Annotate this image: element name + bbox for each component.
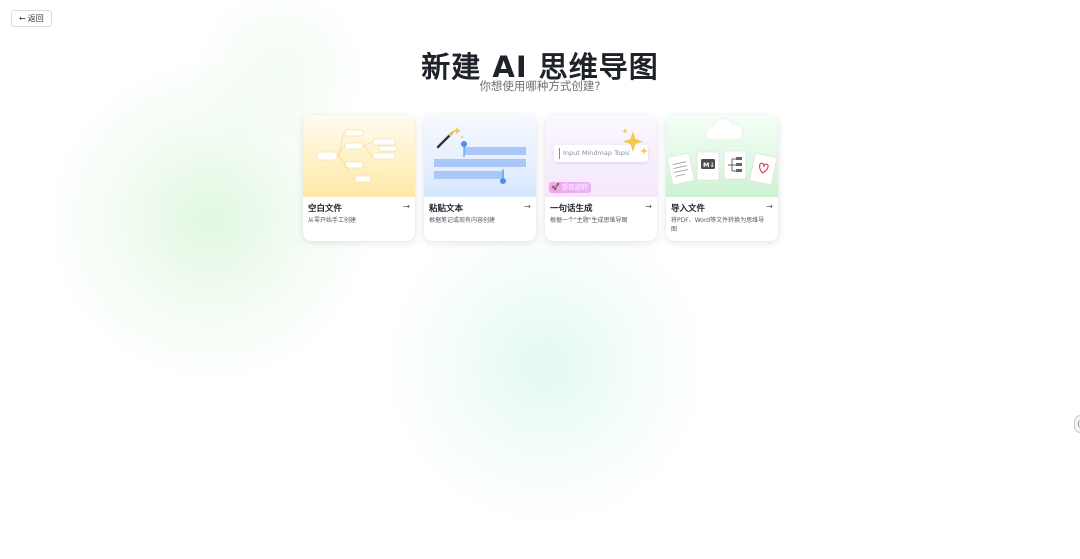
card-description: 将PDF、Word等文件转换为思维导图	[671, 217, 765, 233]
card-title: 导入文件	[671, 204, 706, 214]
page-subtitle: 你想使用哪种方式创建?	[479, 79, 601, 93]
create-options: 空白文件 从零开始手工创建 → 粘贴文本 根据笔记或现有内容创建 → Input…	[303, 115, 778, 241]
card-description: 根据笔记或现有内容创建	[429, 217, 496, 224]
card-blank-file[interactable]: 空白文件 从零开始手工创建 →	[303, 115, 415, 241]
magic-wand-text-icon	[434, 127, 526, 184]
one-sentence-illustration: Input Mindmap Topic 🚀 受欢迎的	[545, 115, 657, 197]
card-description: 从零开始手工创建	[308, 217, 357, 224]
card-paste-text[interactable]: 粘贴文本 根据笔记或现有内容创建 →	[424, 115, 536, 241]
import-file-illustration: M↓	[666, 115, 778, 197]
blank-file-illustration	[303, 115, 415, 197]
back-button-label: 返回	[27, 14, 44, 23]
popular-chip-label: 受欢迎的	[561, 183, 588, 191]
popular-chip: 🚀 受欢迎的	[549, 182, 591, 193]
svg-text:M↓: M↓	[703, 161, 715, 169]
sparkle-icon	[622, 128, 648, 155]
rocket-icon: 🚀	[551, 183, 560, 191]
back-arrow-icon: ←	[19, 14, 26, 23]
arrow-right-icon: →	[766, 202, 773, 211]
card-one-sentence[interactable]: Input Mindmap Topic 🚀 受欢迎的 一句话生成 根据一个"主题…	[545, 115, 657, 241]
side-panel-handle[interactable]	[1074, 415, 1080, 433]
mindmap-outline-icon	[316, 129, 398, 183]
card-title: 粘贴文本	[429, 204, 464, 214]
card-title: 一句话生成	[550, 204, 593, 214]
arrow-right-icon: →	[524, 202, 531, 211]
paste-text-illustration	[424, 115, 536, 197]
back-button[interactable]: ← 返回	[11, 10, 52, 27]
arrow-right-icon: →	[645, 202, 652, 211]
import-files-icon: M↓	[667, 118, 777, 185]
card-title: 空白文件	[308, 204, 343, 214]
card-description: 根据一个"主题"生成思维导图	[550, 217, 628, 224]
card-import-file[interactable]: M↓ 导入文件 将PDF、Word等文件转换为思维导图 →	[666, 115, 778, 241]
arrow-right-icon: →	[403, 202, 410, 211]
background-glow-center	[380, 200, 710, 530]
text-caret-icon	[559, 148, 560, 159]
